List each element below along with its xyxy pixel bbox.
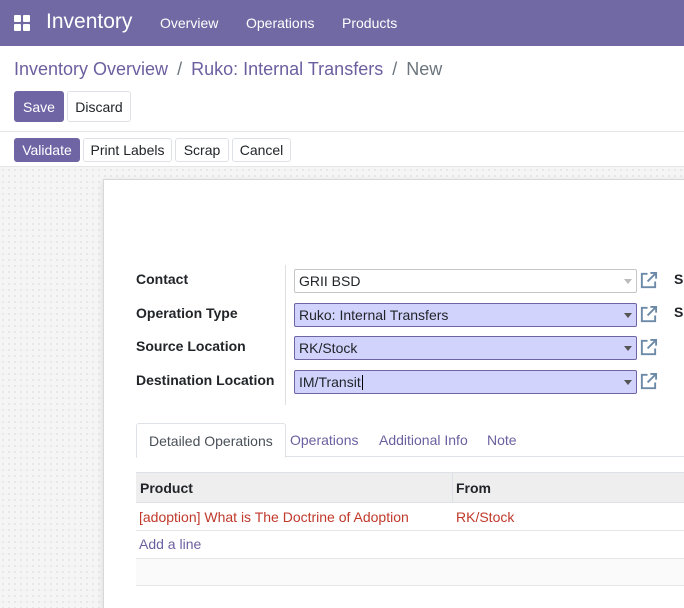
notebook-tabs: Detailed Operations Operations Additiona… [136, 423, 684, 458]
print-labels-button[interactable]: Print Labels [83, 138, 172, 162]
text-cursor [361, 374, 363, 390]
source-location-field[interactable]: RK/Stock [294, 336, 637, 360]
caret-down-icon[interactable] [624, 279, 632, 284]
source-location-value: RK/Stock [299, 340, 358, 356]
tab-operations[interactable]: Operations [278, 423, 370, 457]
tab-note[interactable]: Note [475, 423, 529, 457]
external-link-icon[interactable] [639, 338, 658, 357]
column-separator [452, 473, 453, 503]
source-location-label: Source Location [136, 338, 246, 354]
column-from[interactable]: From [456, 480, 491, 496]
table-header: Product From [136, 472, 684, 503]
menu-operations[interactable]: Operations [246, 15, 314, 31]
breadcrumb-current: New [406, 59, 443, 79]
external-link-icon[interactable] [639, 372, 658, 391]
side-field-label: Sc [674, 304, 684, 320]
operation-type-value: Ruko: Internal Transfers [299, 307, 449, 323]
caret-down-icon[interactable] [624, 380, 632, 385]
menu-overview[interactable]: Overview [160, 15, 218, 31]
caret-down-icon[interactable] [624, 346, 632, 351]
breadcrumb-separator: / [177, 59, 183, 79]
operation-type-label: Operation Type [136, 305, 238, 321]
breadcrumb-internal-transfers[interactable]: Ruko: Internal Transfers [191, 59, 383, 79]
destination-location-field[interactable]: IM/Transit [294, 370, 637, 394]
breadcrumb-inventory-overview[interactable]: Inventory Overview [14, 59, 168, 79]
top-navbar: Inventory Overview Operations Products [0, 0, 684, 46]
tab-additional-info[interactable]: Additional Info [367, 423, 480, 457]
column-product[interactable]: Product [140, 480, 193, 496]
contact-value: GRII BSD [299, 273, 361, 289]
tab-detailed-operations[interactable]: Detailed Operations [136, 423, 286, 458]
table-row[interactable]: [adoption] What is The Doctrine of Adopt… [136, 503, 684, 531]
discard-button[interactable]: Discard [67, 91, 131, 122]
cancel-button[interactable]: Cancel [232, 138, 291, 162]
empty-table-row [136, 558, 684, 586]
destination-location-value: IM/Transit [299, 374, 361, 390]
apps-grid-icon[interactable] [14, 15, 30, 31]
from-cell[interactable]: RK/Stock [456, 509, 514, 525]
app-title[interactable]: Inventory [46, 10, 132, 34]
contact-field[interactable]: GRII BSD [294, 269, 637, 293]
breadcrumb: Inventory Overview / Ruko: Internal Tran… [14, 59, 442, 80]
external-link-icon[interactable] [639, 305, 658, 324]
label-separator [285, 265, 286, 405]
destination-location-label: Destination Location [136, 372, 275, 388]
operation-type-field[interactable]: Ruko: Internal Transfers [294, 303, 637, 327]
validate-button[interactable]: Validate [14, 138, 80, 162]
external-link-icon[interactable] [639, 271, 658, 290]
scrap-button[interactable]: Scrap [175, 138, 229, 162]
breadcrumb-separator: / [392, 59, 398, 79]
menu-products[interactable]: Products [342, 15, 397, 31]
caret-down-icon[interactable] [624, 313, 632, 318]
product-cell[interactable]: [adoption] What is The Doctrine of Adopt… [139, 509, 409, 525]
contact-label: Contact [136, 271, 189, 287]
save-button[interactable]: Save [14, 91, 64, 122]
side-field-label: Sc [674, 271, 684, 287]
add-line-link[interactable]: Add a line [139, 536, 201, 552]
header-divider [0, 131, 684, 132]
